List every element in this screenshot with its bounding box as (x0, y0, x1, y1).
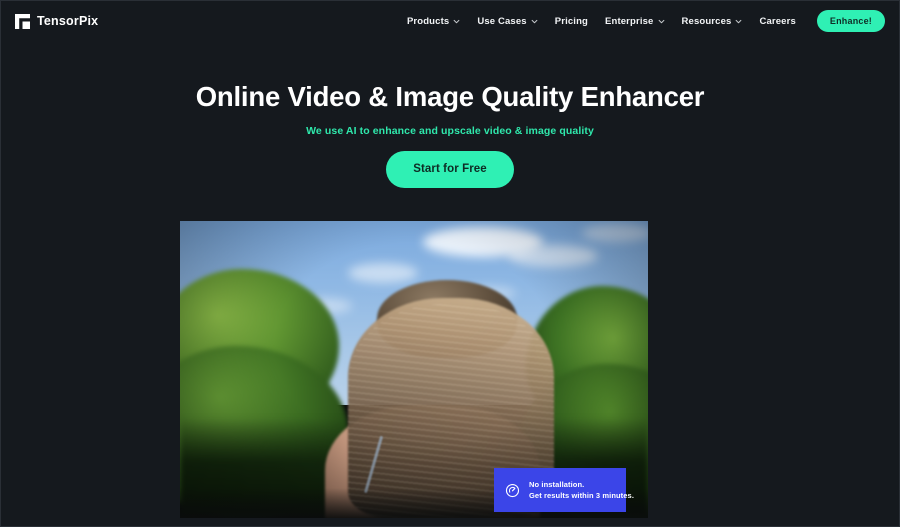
chevron-down-icon (736, 19, 742, 23)
nav-item-label: Pricing (554, 15, 588, 27)
speedometer-icon (505, 483, 520, 497)
badge-line-1: No installation. (529, 479, 585, 489)
nav-item-use-cases[interactable]: Use Cases (477, 15, 538, 27)
nav-item-label: Careers (759, 15, 796, 27)
page-root: TensorPix Products Use Cases Pricing Ent… (0, 0, 900, 527)
brand-name: TensorPix (37, 14, 99, 28)
nav-item-pricing[interactable]: Pricing (555, 16, 588, 27)
nav-item-careers[interactable]: Careers (759, 16, 795, 27)
nav-item-label: Resources (681, 15, 732, 27)
badge-text-block: No installation. Get results within 3 mi… (529, 480, 634, 501)
page-title: Online Video & Image Quality Enhancer (195, 81, 705, 112)
navbar: TensorPix Products Use Cases Pricing Ent… (1, 1, 899, 41)
hero-subtitle: We use AI to enhance and upscale video &… (306, 125, 594, 137)
nav-item-label: Products (406, 15, 450, 27)
nav-item-resources[interactable]: Resources (682, 16, 743, 27)
chevron-down-icon (658, 19, 664, 23)
hero-cta-wrap: Start for Free (1, 151, 899, 188)
nav-menu: Products Use Cases Pricing Enterprise Re… (407, 10, 885, 32)
enhance-button[interactable]: Enhance! (816, 10, 885, 32)
nav-item-products[interactable]: Products (407, 16, 460, 27)
nav-item-label: Use Cases (477, 15, 527, 27)
brand-logo-link[interactable]: TensorPix (15, 13, 99, 29)
no-installation-badge: No installation. Get results within 3 mi… (494, 468, 634, 512)
badge-line-2: Get results within 3 minutes. (529, 491, 635, 500)
tensorpix-square-logo-icon (15, 13, 30, 29)
nav-item-enterprise[interactable]: Enterprise (605, 16, 665, 27)
chevron-down-icon (453, 19, 460, 23)
nav-item-label: Enterprise (605, 15, 654, 27)
chevron-down-icon (531, 19, 538, 23)
start-for-free-button[interactable]: Start for Free (386, 151, 514, 188)
